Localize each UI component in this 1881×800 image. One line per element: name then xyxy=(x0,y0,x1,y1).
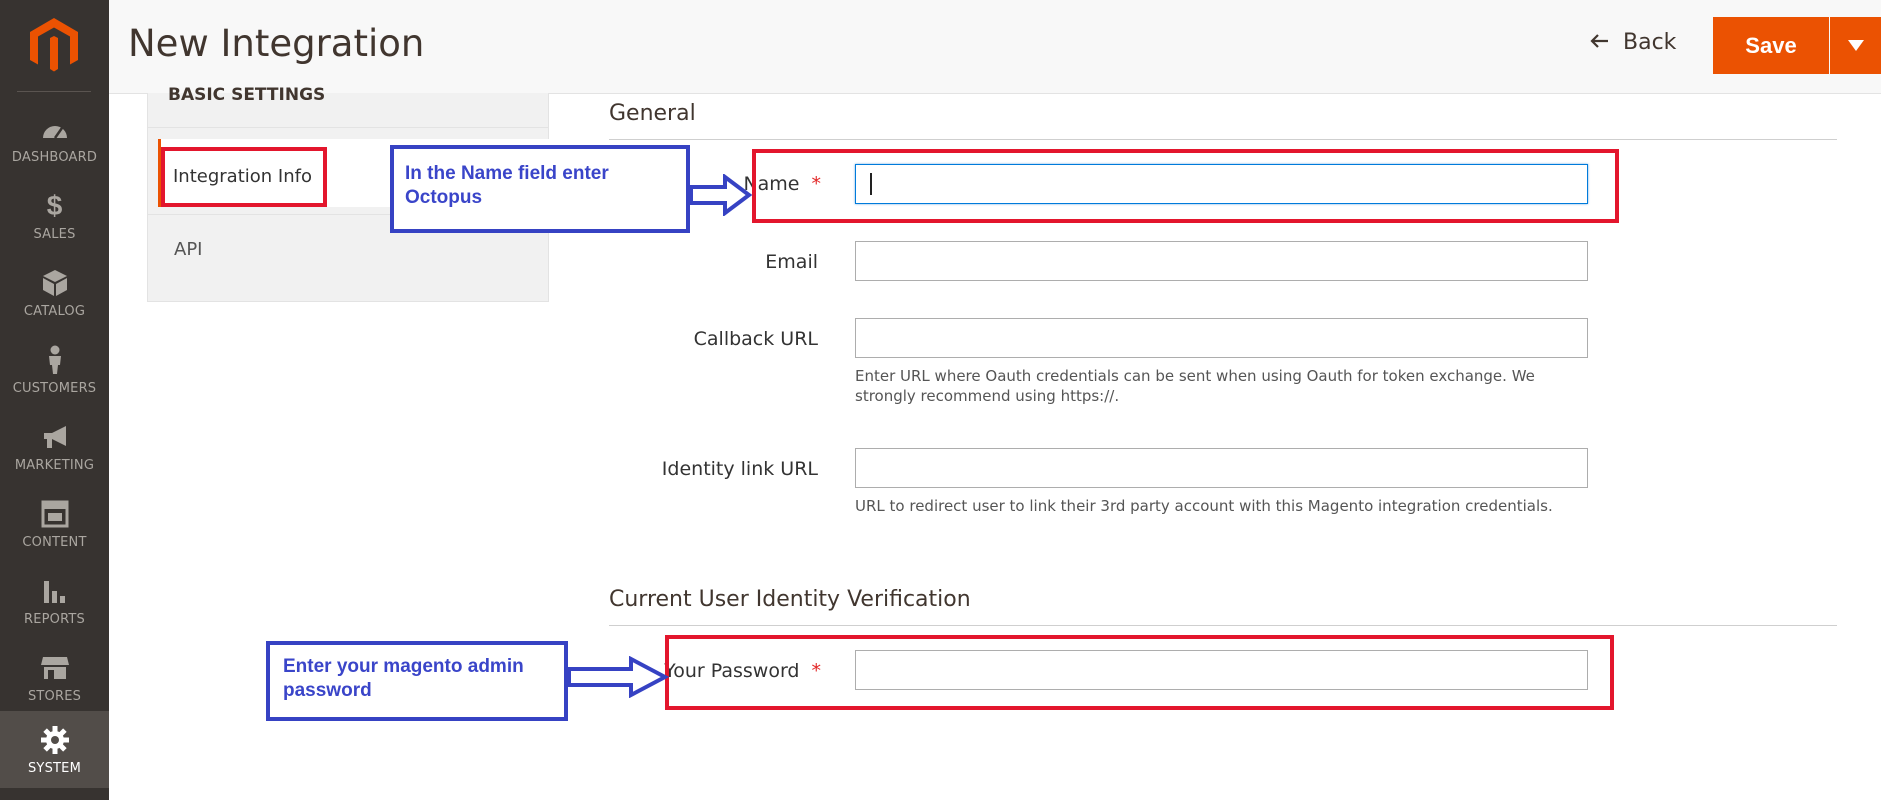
dollar-icon: $ xyxy=(46,190,63,221)
menu-label: STORES xyxy=(27,689,82,704)
section-title-verification: Current User Identity Verification xyxy=(609,587,971,612)
storefront-icon xyxy=(40,653,70,683)
section-title-general: General xyxy=(609,101,696,126)
annotation-highlight-name-field xyxy=(752,149,1619,223)
box-icon xyxy=(40,268,70,298)
menu-label: CATALOG xyxy=(23,304,86,319)
menu-label: MARKETING xyxy=(14,458,95,473)
callback-url-label: Callback URL xyxy=(693,328,818,350)
menu-label: SYSTEM xyxy=(27,761,82,776)
gear-icon xyxy=(40,725,70,755)
identity-link-url-note: URL to redirect user to link their 3rd p… xyxy=(855,497,1553,515)
magento-logo-icon[interactable] xyxy=(28,16,80,74)
menu-label: REPORTS xyxy=(24,612,85,627)
annotation-callout-password-text: Enter your magento admin password xyxy=(283,656,524,701)
megaphone-icon xyxy=(40,422,70,452)
layout-icon xyxy=(40,499,70,529)
annotation-arrow-right-icon xyxy=(689,174,753,216)
annotation-highlight-password-field xyxy=(665,635,1614,710)
menu-item-customers[interactable]: CUSTOMERS xyxy=(0,331,109,408)
email-label: Email xyxy=(765,251,818,273)
annotation-highlight-integration-info xyxy=(161,147,327,207)
identity-link-url-label: Identity link URL xyxy=(661,458,818,480)
annotation-arrow-right-icon xyxy=(567,656,669,698)
bar-chart-icon xyxy=(40,576,70,606)
annotation-callout-name-text: In the Name field enter Octopus xyxy=(405,163,609,208)
tabs-divider xyxy=(148,127,548,128)
tab-api[interactable]: API xyxy=(174,239,202,260)
menu-item-dashboard[interactable]: DASHBOARD xyxy=(0,100,109,177)
callback-url-note: Enter URL where Oauth credentials can be… xyxy=(855,367,1535,405)
menu-label: CONTENT xyxy=(22,535,87,550)
section-divider xyxy=(609,625,1837,626)
dashboard-icon xyxy=(40,114,70,144)
menu-item-content[interactable]: CONTENT xyxy=(0,485,109,562)
page-header: New Integration Back Save xyxy=(109,0,1881,94)
tabs-heading: BASIC SETTINGS xyxy=(168,85,326,105)
arrow-left-icon xyxy=(1589,30,1609,55)
admin-sidebar: DASHBOARD $ SALES CATALOG CUSTOMERS MARK… xyxy=(0,0,109,800)
menu-divider xyxy=(17,91,91,92)
back-label: Back xyxy=(1623,30,1677,55)
menu-item-catalog[interactable]: CATALOG xyxy=(0,254,109,331)
menu-item-sales[interactable]: $ SALES xyxy=(0,177,109,254)
email-input[interactable] xyxy=(855,241,1588,281)
caret-down-icon xyxy=(1847,36,1864,55)
menu-item-marketing[interactable]: MARKETING xyxy=(0,408,109,485)
person-icon xyxy=(40,345,70,375)
menu-label: SALES xyxy=(33,227,76,242)
section-divider xyxy=(609,139,1837,140)
save-button[interactable]: Save xyxy=(1713,17,1829,74)
identity-link-url-input[interactable] xyxy=(855,448,1588,488)
menu-item-stores[interactable]: STORES xyxy=(0,639,109,716)
menu-item-system[interactable]: SYSTEM xyxy=(0,711,109,788)
menu-item-reports[interactable]: REPORTS xyxy=(0,562,109,639)
save-options-toggle[interactable] xyxy=(1830,17,1881,74)
callback-url-input[interactable] xyxy=(855,318,1588,358)
menu-label: DASHBOARD xyxy=(11,150,98,165)
menu-label: CUSTOMERS xyxy=(12,381,97,396)
page-title: New Integration xyxy=(128,22,425,65)
back-button[interactable]: Back xyxy=(1589,30,1676,55)
